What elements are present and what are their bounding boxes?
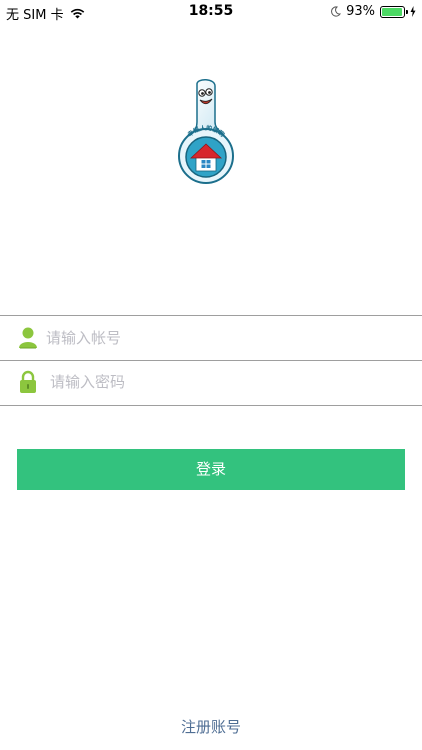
password-input[interactable] bbox=[50, 370, 400, 394]
login-button[interactable]: 登录 bbox=[17, 449, 405, 490]
user-icon bbox=[19, 327, 37, 349]
spoon-mascot-logo: 幸福人的饭碗 bbox=[178, 79, 234, 184]
register-link[interactable]: 注册账号 bbox=[0, 716, 422, 737]
charging-icon bbox=[410, 6, 416, 17]
moon-icon bbox=[331, 6, 342, 17]
status-right: 93% bbox=[330, 4, 416, 19]
account-input[interactable] bbox=[46, 326, 396, 350]
account-row bbox=[0, 315, 422, 361]
battery-percent: 93% bbox=[346, 4, 375, 19]
lock-icon bbox=[20, 370, 36, 393]
battery-level bbox=[382, 7, 402, 16]
battery-icon bbox=[380, 5, 408, 18]
password-row bbox=[0, 360, 422, 406]
status-bar: 无 SIM 卡 18:55 93% bbox=[0, 0, 422, 24]
